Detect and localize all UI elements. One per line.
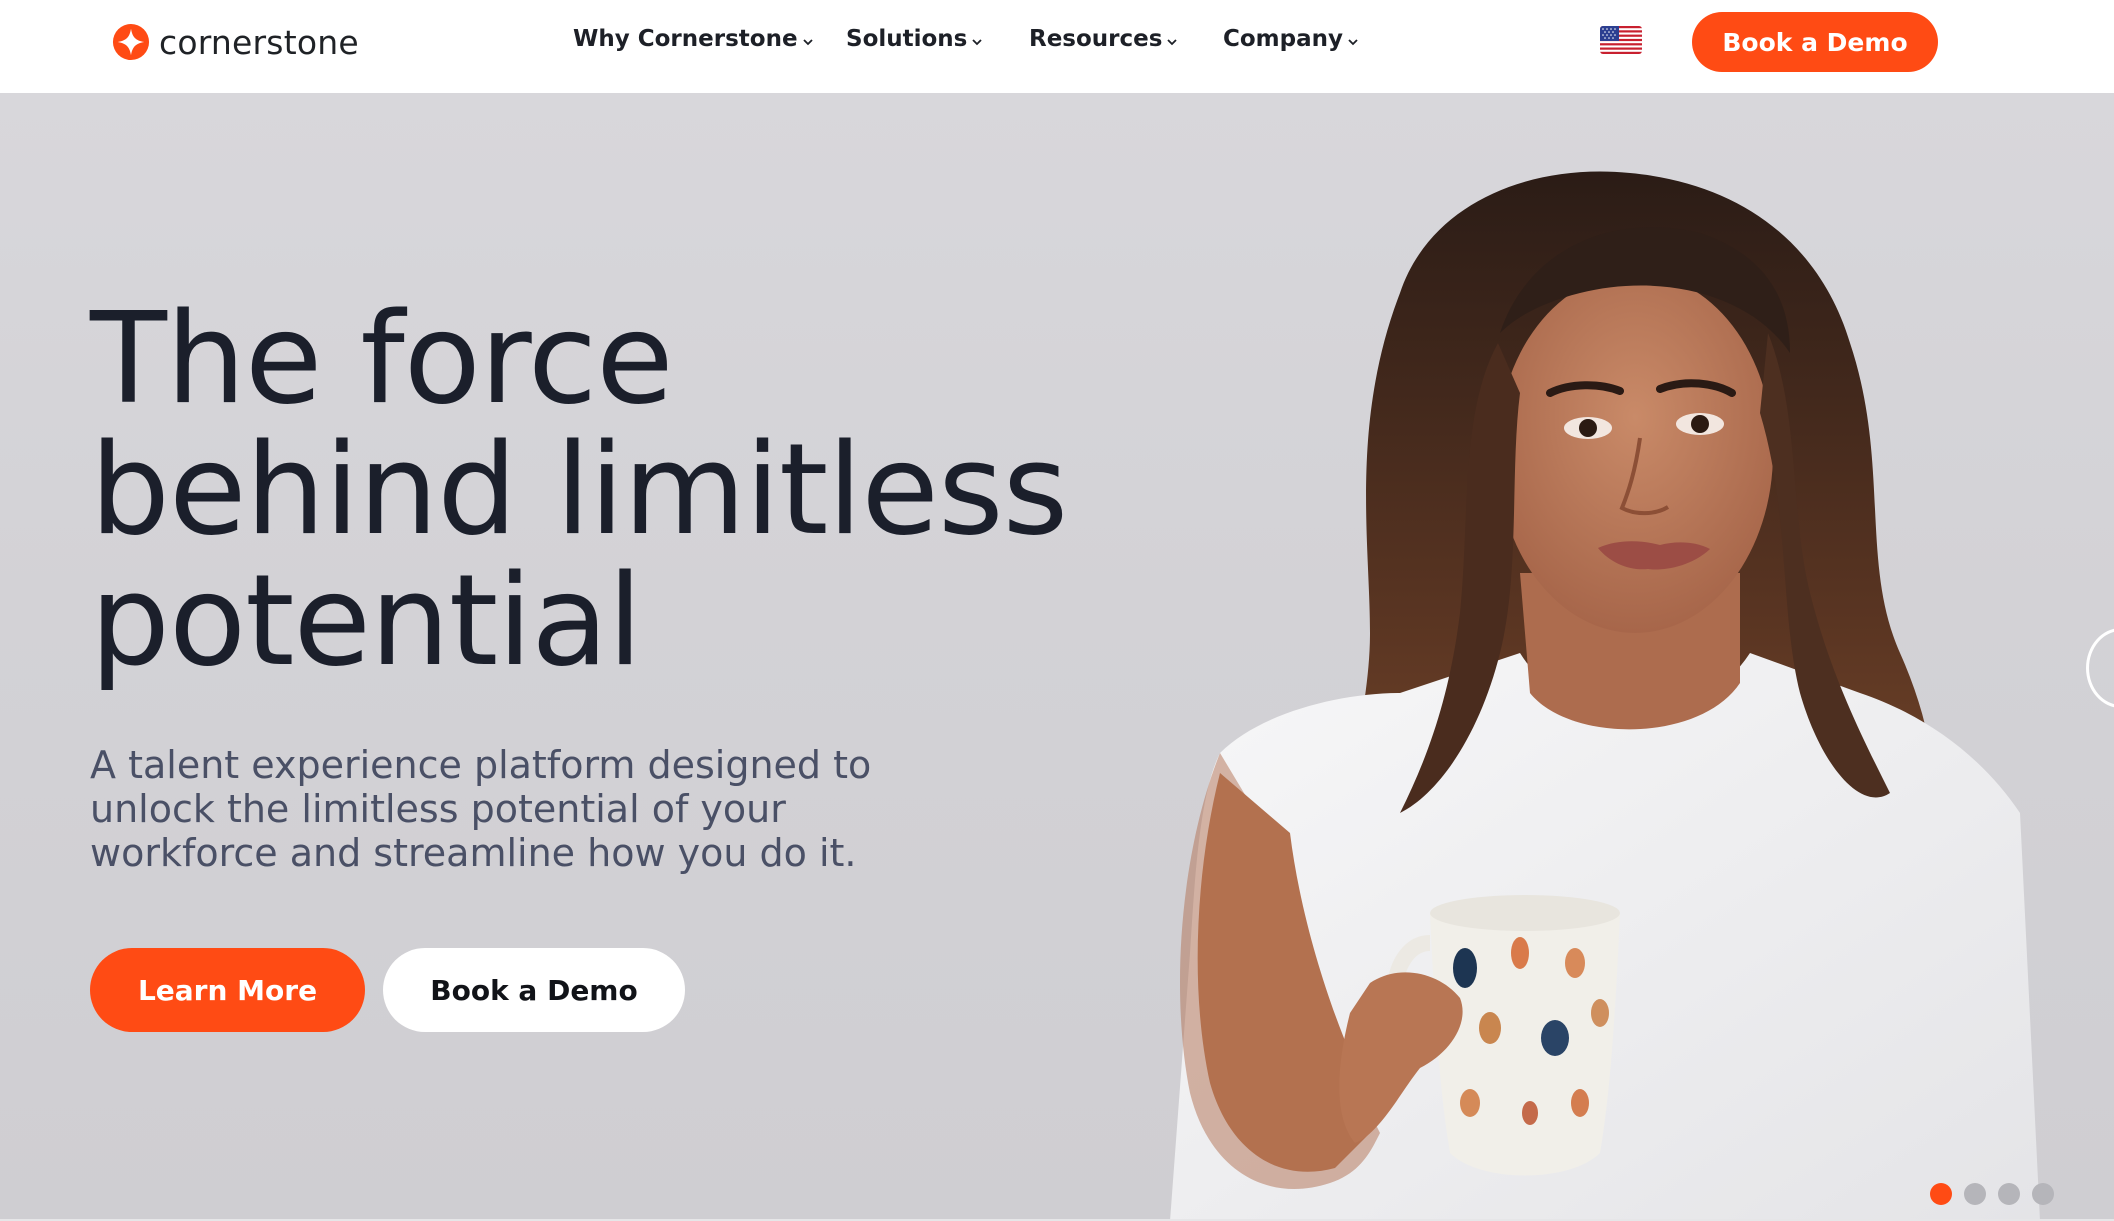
nav-item-why-cornerstone[interactable]: Why Cornerstone (573, 24, 814, 54)
chevron-down-icon (1348, 39, 1358, 46)
chevron-down-icon (1167, 39, 1178, 46)
nav-item-label: Why Cornerstone (573, 26, 798, 52)
carousel-dot-2[interactable] (1964, 1183, 1986, 1205)
carousel-dot-4[interactable] (2032, 1183, 2054, 1205)
cornerstone-sparkle-logo-icon (112, 23, 150, 61)
brand-name: cornerstone (159, 22, 359, 62)
carousel-dots (1930, 1183, 2054, 1205)
nav-item-label: Company (1223, 26, 1343, 52)
us-flag-icon[interactable] (1600, 26, 1642, 54)
page: cornerstone Why Cornerstone Solutions Re… (0, 0, 2114, 1221)
nav-item-label: Resources (1029, 26, 1163, 52)
hero-subtext: A talent experience platform designed to… (90, 743, 872, 875)
logo[interactable]: cornerstone (112, 22, 359, 62)
book-demo-hero-button[interactable]: Book a Demo (383, 948, 685, 1032)
headline-line-1: The force (90, 285, 674, 432)
chevron-down-icon (972, 39, 983, 46)
carousel-dot-3[interactable] (1998, 1183, 2020, 1205)
site-header: cornerstone Why Cornerstone Solutions Re… (0, 0, 2114, 93)
nav-item-company[interactable]: Company (1223, 24, 1359, 54)
hero-section: The force behind limitless potential A t… (0, 93, 2114, 1221)
nav-item-resources[interactable]: Resources (1029, 24, 1178, 54)
hero-headline: The force behind limitless potential (90, 293, 1150, 686)
learn-more-button[interactable]: Learn More (90, 948, 365, 1032)
nav-item-label: Solutions (846, 26, 968, 52)
hero-photo (1170, 171, 2040, 1221)
headline-line-3: potential (90, 547, 642, 694)
headline-line-2: behind limitless (90, 416, 1068, 563)
book-demo-header-button[interactable]: Book a Demo (1692, 12, 1938, 72)
chevron-down-icon (802, 39, 813, 46)
nav-item-solutions[interactable]: Solutions (846, 24, 983, 54)
carousel-dot-1[interactable] (1930, 1183, 1952, 1205)
